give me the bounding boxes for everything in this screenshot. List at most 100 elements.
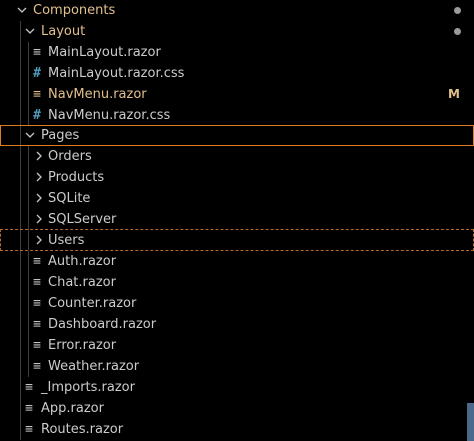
folder-users[interactable]: Users [0,229,474,251]
razor-file-icon: ≡ [33,87,41,102]
razor-file-icon: ≡ [33,338,41,353]
indent-guide [28,356,29,377]
indent-guide [28,188,29,209]
folder-label: SQLite [48,191,91,206]
chevron-down-icon [14,0,30,21]
indent-guide [20,209,21,230]
razor-file-icon: ≡ [25,422,33,437]
indent-guide [28,335,29,356]
indent-guide [28,63,29,84]
file-dashboard-razor[interactable]: ≡ Dashboard.razor [0,314,474,335]
razor-file-icon: ≡ [33,275,41,290]
indent-guide [20,230,21,250]
folder-layout[interactable]: Layout [0,21,474,42]
indent-guide [20,335,21,356]
razor-file-icon: ≡ [25,380,33,395]
file-counter-razor[interactable]: ≡ Counter.razor [0,293,474,314]
folder-components[interactable]: Components [0,0,474,21]
file-label: NavMenu.razor [48,87,147,102]
indent-guide [20,105,21,126]
file-label: Auth.razor [48,254,117,269]
indent-guide [28,314,29,335]
indent-guide [28,272,29,293]
indent-guide [20,63,21,84]
folder-orders[interactable]: Orders [0,146,474,167]
file-label: Error.razor [48,338,117,353]
razor-file-icon: ≡ [25,401,33,416]
file-navmenu-razor[interactable]: ≡ NavMenu.razor M [0,84,474,105]
file-mainlayout-razor[interactable]: ≡ MainLayout.razor [0,42,474,63]
folder-label: Orders [48,149,92,164]
indent-guide [20,21,21,42]
file-chat-razor[interactable]: ≡ Chat.razor [0,272,474,293]
file-label: NavMenu.razor.css [48,108,171,123]
file-label: Counter.razor [48,296,137,311]
folder-sqlite[interactable]: SQLite [0,188,474,209]
css-file-icon: # [33,108,41,123]
file-navmenu-razor-css[interactable]: # NavMenu.razor.css [0,105,474,126]
file-label: Dashboard.razor [48,317,157,332]
indent-guide [20,314,21,335]
vertical-scrollbar-thumb[interactable] [467,403,474,441]
chevron-right-icon [31,230,47,251]
chevron-right-icon [31,167,47,188]
file-auth-razor[interactable]: ≡ Auth.razor [0,251,474,272]
file-mainlayout-razor-css[interactable]: # MainLayout.razor.css [0,63,474,84]
indent-guide [28,230,29,250]
indent-guide [28,209,29,230]
folder-label: Pages [41,128,80,143]
indent-guide [20,272,21,293]
indent-guide [28,251,29,272]
file-weather-razor[interactable]: ≡ Weather.razor [0,356,474,377]
file-label: MainLayout.razor [48,45,161,60]
indent-guide [20,146,21,167]
chevron-right-icon [31,209,47,230]
folder-label: Users [48,233,85,248]
indent-guide [20,398,21,419]
folder-label: Layout [41,24,86,39]
folder-pages[interactable]: Pages [0,125,474,146]
changes-dot-icon [454,7,461,14]
indent-guide [28,42,29,63]
file-label: MainLayout.razor.css [48,66,185,81]
razor-file-icon: ≡ [33,317,41,332]
file-label: Weather.razor [48,359,140,374]
folder-sqlserver[interactable]: SQLServer [0,209,474,230]
chevron-right-icon [31,188,47,209]
folder-products[interactable]: Products [0,167,474,188]
indent-guide [20,251,21,272]
indent-guide [28,105,29,126]
razor-file-icon: ≡ [33,45,41,60]
indent-guide [20,419,21,440]
file-error-razor[interactable]: ≡ Error.razor [0,335,474,356]
chevron-down-icon [22,125,38,146]
razor-file-icon: ≡ [33,254,41,269]
indent-guide [20,377,21,398]
indent-guide [28,146,29,167]
file-label: Routes.razor [41,422,124,437]
indent-guide [20,188,21,209]
chevron-right-icon [31,146,47,167]
modified-badge: M [448,87,460,101]
indent-guide [20,293,21,314]
file-label: App.razor [41,401,104,416]
indent-guide [28,167,29,188]
chevron-down-icon [22,21,38,42]
indent-guide [28,84,29,105]
razor-file-icon: ≡ [33,296,41,311]
file-label: _Imports.razor [41,380,135,395]
file-imports-razor[interactable]: ≡ _Imports.razor [0,377,474,398]
indent-guide [28,293,29,314]
file-routes-razor[interactable]: ≡ Routes.razor [0,419,474,440]
indent-guide [20,42,21,63]
changes-dot-icon [454,28,461,35]
indent-guide [20,126,21,145]
folder-label: Components [33,3,116,18]
indent-guide [20,167,21,188]
folder-label: SQLServer [48,212,117,227]
file-app-razor[interactable]: ≡ App.razor [0,398,474,419]
file-label: Chat.razor [48,275,116,290]
folder-label: Products [48,170,105,185]
indent-guide [20,356,21,377]
razor-file-icon: ≡ [33,359,41,374]
